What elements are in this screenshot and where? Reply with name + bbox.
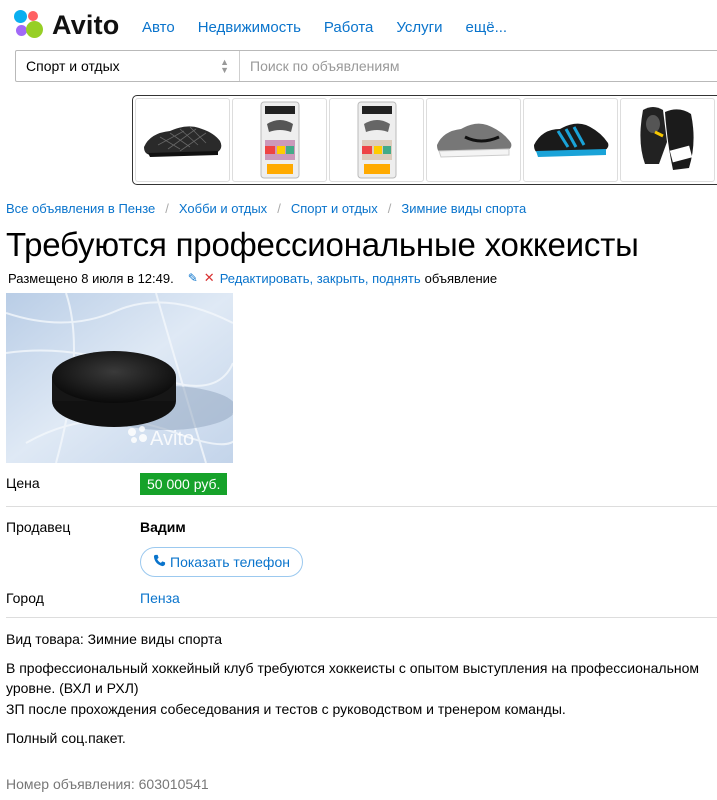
divider [6, 617, 717, 618]
ad-photo[interactable]: Avito [6, 293, 233, 463]
logo-dots-icon [14, 10, 44, 40]
category-select[interactable]: Спорт и отдых ▲ ▼ [16, 51, 240, 81]
nav-item-services[interactable]: Услуги [396, 19, 442, 36]
edit-ad-tail: объявление [424, 270, 498, 286]
select-arrows-icon: ▲ ▼ [220, 57, 229, 75]
boxing-gloves-icon[interactable] [620, 98, 715, 182]
city-label: Город [6, 590, 44, 606]
description-paragraph: В профессиональный хоккейный клуб требую… [6, 660, 699, 696]
phone-icon [153, 554, 166, 570]
seller-label: Продавец [6, 519, 71, 535]
nav-item-auto[interactable]: Авто [142, 19, 175, 36]
category-select-value: Спорт и отдых [26, 58, 120, 74]
city-link[interactable]: Пенза [140, 590, 180, 606]
breadcrumb-item-sport[interactable]: Спорт и отдых [291, 201, 378, 216]
posted-date: Размещено 8 июля в 12:49. [8, 270, 174, 286]
main-nav: Авто Недвижимость Работа Услуги ещё... [142, 19, 507, 36]
breadcrumb: Все объявления в Пензе / Хобби и отдых /… [6, 201, 526, 216]
seller-name[interactable]: Вадим [140, 519, 186, 535]
photo-watermark: Avito [150, 428, 194, 450]
nav-item-more[interactable]: ещё... [466, 19, 508, 36]
price-label: Цена [6, 475, 40, 491]
header: Avito Авто Недвижимость Работа Услуги ещ… [0, 0, 717, 50]
show-phone-button[interactable]: Показать телефон [140, 547, 303, 577]
logo-text: Avito [52, 9, 120, 40]
breadcrumb-separator: / [165, 201, 169, 216]
blue-sneaker-icon[interactable] [523, 98, 618, 182]
divider [6, 506, 717, 507]
page-title: Требуются профессиональные хоккеисты [6, 226, 639, 263]
ad-number: Номер объявления: 603010541 [6, 776, 209, 792]
mouthguard-package-icon[interactable] [232, 98, 327, 182]
avito-logo[interactable]: Avito [14, 10, 120, 40]
black-mesh-shoe-icon[interactable] [135, 98, 230, 182]
description-paragraph: ЗП после прохождения собеседования и тес… [6, 701, 566, 717]
edit-ad-link[interactable]: Редактировать, закрыть, поднять [220, 271, 421, 286]
close-icon[interactable]: ✕ [204, 270, 215, 286]
breadcrumb-item-winter[interactable]: Зимние виды спорта [401, 201, 526, 216]
breadcrumb-item-hobby[interactable]: Хобби и отдых [179, 201, 267, 216]
product-banner[interactable] [132, 95, 717, 185]
nav-item-jobs[interactable]: Работа [324, 19, 374, 36]
search-input[interactable] [240, 51, 717, 81]
breadcrumb-item-all[interactable]: Все объявления в Пензе [6, 201, 155, 216]
category-line: Вид товара: Зимние виды спорта [6, 631, 223, 647]
ad-meta: Размещено 8 июля в 12:49. ✎ ✕ Редактиров… [8, 270, 497, 286]
price-badge: 50 000 руб. [140, 473, 228, 495]
breadcrumb-separator: / [277, 201, 281, 216]
show-phone-label: Показать телефон [170, 554, 290, 570]
grey-sneaker-icon[interactable] [426, 98, 521, 182]
nav-item-realty[interactable]: Недвижимость [198, 19, 301, 36]
breadcrumb-separator: / [387, 201, 392, 216]
mouthguard-package-icon[interactable] [329, 98, 424, 182]
description-paragraph: Полный соц.пакет. [6, 730, 126, 746]
search-bar: Спорт и отдых ▲ ▼ [15, 50, 717, 82]
pencil-icon[interactable]: ✎ [188, 271, 198, 285]
